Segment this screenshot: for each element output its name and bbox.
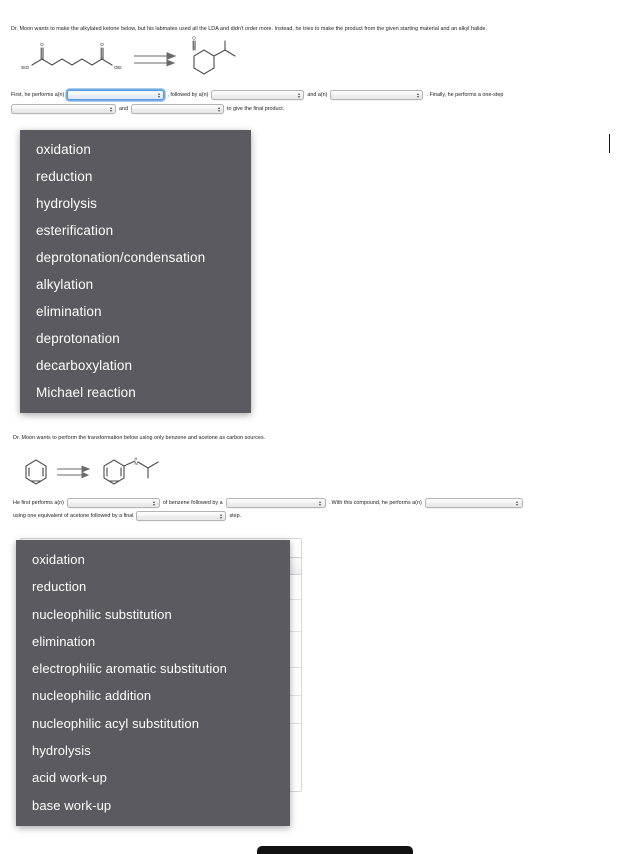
select-1c[interactable] xyxy=(330,90,424,100)
select-1e[interactable] xyxy=(131,104,224,114)
dropdown-option[interactable]: reduction xyxy=(20,163,251,190)
dropdown-option[interactable]: nucleophilic acyl substitution xyxy=(16,710,290,737)
q2-text-part5: step. xyxy=(229,512,242,519)
stepper-arrows-icon xyxy=(157,91,161,99)
dropdown-option[interactable]: decarboxylation xyxy=(20,352,251,379)
dropdown-option[interactable]: hydrolysis xyxy=(16,737,290,764)
q2-text-part4: using one equivalent of acetone followed… xyxy=(13,512,134,519)
q2-text-part3: . With this compound, he performs a(n) xyxy=(328,499,422,506)
dropdown-option[interactable]: esterification xyxy=(20,217,251,244)
select-2d[interactable] xyxy=(136,511,227,521)
select-2b[interactable] xyxy=(225,498,326,508)
q1-text-part1: First, he performs a(n) xyxy=(11,91,65,98)
text-caret xyxy=(609,134,610,153)
dropdown-menu-question1[interactable]: oxidation reduction hydrolysis esterificati… xyxy=(20,130,251,413)
stepper-arrows-icon xyxy=(416,91,420,99)
stepper-arrows-icon xyxy=(109,105,113,113)
stepper-arrows-icon xyxy=(219,512,223,520)
dropdown-option[interactable]: elimination xyxy=(20,298,251,325)
product-carbonyl-o: O xyxy=(192,36,196,41)
dropdown-option[interactable]: deprotonation xyxy=(20,325,251,352)
carbonyl-o-left: O xyxy=(40,42,44,47)
stepper-arrows-icon xyxy=(152,499,156,507)
select-1a[interactable] xyxy=(67,90,165,100)
stepper-arrows-icon xyxy=(318,499,322,507)
question1-sentence-row-1: First, he performs a(n) , followed by a(… xyxy=(11,90,506,100)
dropdown-option[interactable]: alkylation xyxy=(20,271,251,298)
reactant-label-oet: OEt xyxy=(114,65,122,70)
q2-text-part2: of benzene followed by a xyxy=(162,499,223,506)
q1-text-part6: to give the final product. xyxy=(227,105,285,112)
question1-sentence-row-2: and to give the final product. xyxy=(11,104,287,114)
dropdown-option[interactable]: oxidation xyxy=(16,546,290,573)
stepper-arrows-icon xyxy=(297,91,301,99)
dropdown-option[interactable]: Michael reaction xyxy=(20,379,251,406)
dropdown-option[interactable]: oxidation xyxy=(20,136,251,163)
bottom-toolbar[interactable] xyxy=(257,846,413,854)
carbonyl-o-right: O xyxy=(100,42,104,47)
dropdown-option[interactable]: deprotonation/condensation xyxy=(20,244,251,271)
select-1b[interactable] xyxy=(211,90,305,100)
dropdown-option[interactable]: electrophilic aromatic substitution xyxy=(16,655,290,682)
select-2a[interactable] xyxy=(66,498,160,508)
dropdown-option[interactable]: reduction xyxy=(16,573,290,600)
dropdown-option[interactable]: nucleophilic substitution xyxy=(16,601,290,628)
question1-reaction-scheme: EtO OEt O O O xyxy=(12,36,262,86)
select-2c[interactable] xyxy=(424,498,523,508)
dropdown-option[interactable]: nucleophilic addition xyxy=(16,682,290,709)
question2-reaction-scheme: H N xyxy=(12,456,212,498)
question2-sentence-row-1: He first performs a(n) of benzene follow… xyxy=(13,498,523,508)
question2-sentence-row-2: using one equivalent of acetone followed… xyxy=(13,511,244,521)
stepper-arrows-icon xyxy=(515,499,519,507)
dropdown-option[interactable]: elimination xyxy=(16,628,290,655)
dropdown-option[interactable]: base work-up xyxy=(16,792,290,819)
stepper-arrows-icon xyxy=(217,105,221,113)
question1-prompt: Dr. Moon wants to make the alkylated ket… xyxy=(11,26,488,32)
select-1d[interactable] xyxy=(11,104,116,114)
q1-text-part2: , followed by a(n) xyxy=(167,91,209,98)
q1-text-part3: and a(n) xyxy=(307,91,328,98)
dropdown-option[interactable]: hydrolysis xyxy=(20,190,251,217)
dropdown-option[interactable]: acid work-up xyxy=(16,764,290,791)
question2-prompt: Dr. Moon wants to perform the transforma… xyxy=(13,435,266,441)
reactant-label-eto: EtO xyxy=(21,65,29,70)
amine-n-label: N xyxy=(134,461,137,466)
q1-text-part4: . Finally, he performs a one-step xyxy=(426,91,504,98)
q1-text-part5: and xyxy=(119,105,128,112)
dropdown-menu-question2[interactable]: oxidation reduction nucleophilic substitut… xyxy=(16,540,290,826)
q2-text-part1: He first performs a(n) xyxy=(13,499,64,506)
